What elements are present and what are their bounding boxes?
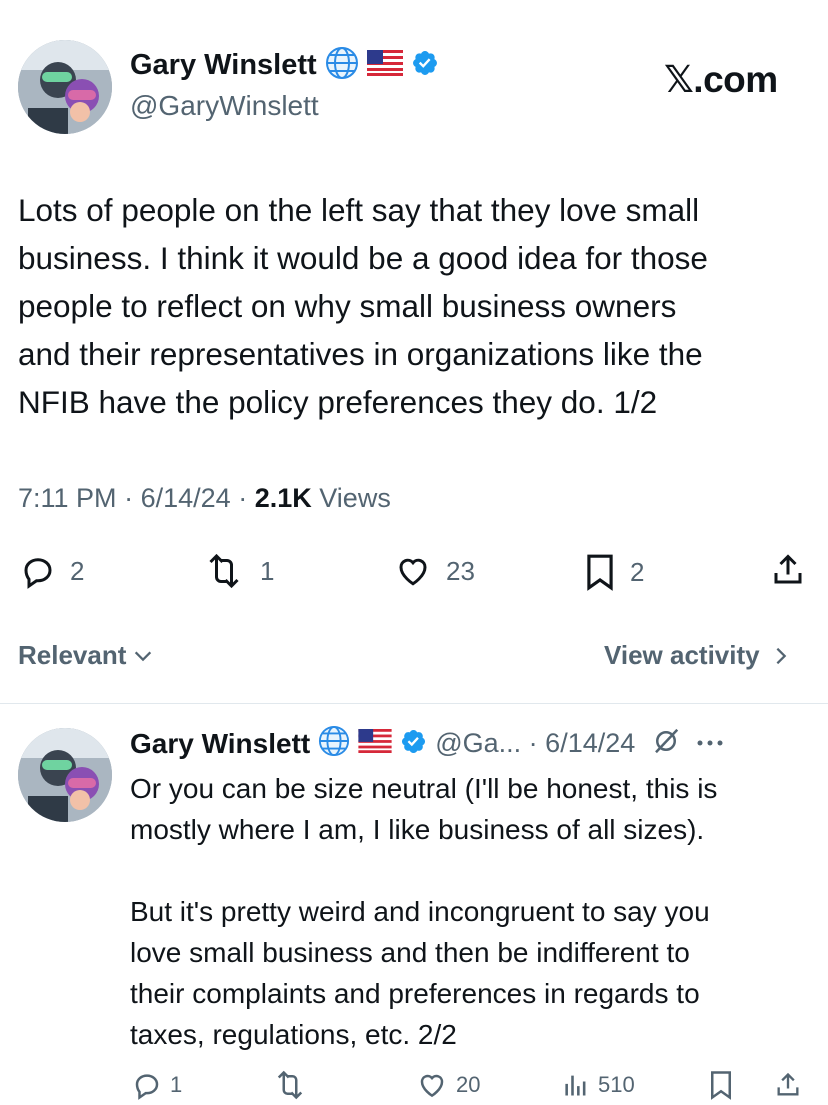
reply-reply-button[interactable]: 1 (132, 1070, 182, 1100)
divider (0, 703, 828, 704)
reply-like-button[interactable]: 20 (416, 1070, 480, 1100)
tweet-text: Lots of people on the left say that they… (18, 192, 708, 420)
verified-badge-icon (411, 49, 439, 82)
share-button[interactable] (770, 551, 806, 589)
share-icon (777, 1072, 799, 1096)
meta-separator: · (238, 483, 248, 513)
view-activity-label: View activity (604, 640, 760, 670)
reply-button[interactable]: 2 (20, 553, 84, 589)
reply-handle-date[interactable]: @Ga... · 6/14/24 (435, 728, 635, 759)
more-icon[interactable] (695, 735, 725, 753)
reply-repost-button[interactable] (272, 1070, 308, 1100)
reply-views-count: 510 (598, 1072, 635, 1097)
reply-author-name[interactable]: Gary Winslett (130, 728, 310, 760)
globe-emoji (318, 725, 350, 762)
verified-badge-icon (400, 728, 427, 760)
reply-like-count: 20 (456, 1072, 481, 1097)
reply-count: 2 (70, 555, 85, 586)
share-icon (770, 551, 806, 589)
author-name-row: Gary Winslett (130, 46, 439, 85)
reply-text: Or you can be size neutral (I'll be hone… (130, 773, 718, 1050)
site-label: 𝕏.com (664, 59, 778, 100)
sort-label: Relevant (18, 640, 127, 670)
author-handle[interactable]: @GaryWinslett (130, 90, 319, 122)
like-button[interactable]: 23 (394, 553, 475, 589)
views-icon (565, 1075, 586, 1096)
like-icon (420, 1074, 444, 1098)
repost-icon (202, 553, 246, 589)
bookmark-icon (584, 553, 616, 591)
reply-icon (135, 1074, 159, 1100)
bookmark-icon (711, 1071, 731, 1100)
sort-dropdown[interactable]: Relevant (18, 640, 154, 671)
chevron-right-icon (776, 647, 786, 664)
reply-share-button[interactable] (774, 1070, 802, 1100)
reply-name-row: Gary Winslett @Ga... · 6/14/24 (130, 725, 725, 762)
meta-separator: · (124, 483, 134, 513)
us-flag-emoji (366, 50, 403, 81)
reply-views-button[interactable]: 510 (562, 1070, 635, 1100)
grok-icon[interactable] (651, 726, 681, 761)
like-count: 23 (446, 555, 475, 586)
views-count: 2.1K (254, 483, 312, 513)
repost-icon (277, 1070, 303, 1100)
repost-count: 1 (260, 555, 275, 586)
views-label: Views (319, 483, 391, 513)
like-icon (394, 553, 432, 589)
bookmark-button[interactable]: 2 (584, 553, 644, 591)
us-flag-emoji (358, 729, 392, 758)
author-name[interactable]: Gary Winslett (130, 49, 317, 82)
tweet-date[interactable]: 6/14/24 (141, 483, 231, 513)
tweet-time[interactable]: 7:11 PM (18, 483, 117, 513)
reply-bookmark-button[interactable] (708, 1070, 734, 1100)
author-avatar[interactable] (18, 40, 112, 134)
tweet-meta: 7:11 PM · 6/14/24 · 2.1K Views (18, 483, 391, 514)
repost-button[interactable]: 1 (202, 553, 274, 589)
bookmark-count: 2 (630, 556, 645, 587)
reply-author-avatar[interactable] (18, 728, 112, 822)
view-activity-link[interactable]: View activity (604, 640, 792, 671)
globe-emoji (325, 46, 359, 85)
reply-reply-count: 1 (170, 1072, 183, 1097)
chevron-down-icon (135, 651, 152, 661)
reply-icon (20, 553, 56, 589)
